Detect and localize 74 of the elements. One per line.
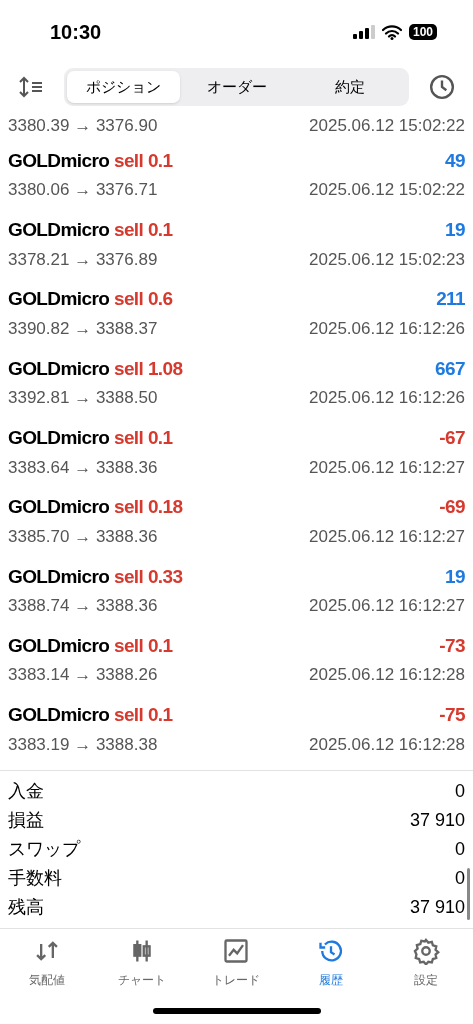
trade-title: GOLDmicro sell 0.1 — [8, 703, 173, 728]
price-range: 3383.14 → 3388.26 — [8, 664, 158, 687]
trade-time: 2025.06.12 16:12:28 — [309, 733, 465, 756]
price-range: 3392.81 → 3388.50 — [8, 387, 158, 410]
trade-profit: 211 — [436, 287, 465, 312]
nav-tab[interactable]: チャート — [94, 936, 190, 989]
trade-row[interactable]: GOLDmicro sell 0.1 -73 3383.14 → 3388.26 2025.06.12 16:12:28 — [0, 625, 473, 695]
price-range: 3380.39 → 3376.90 — [8, 115, 158, 138]
price-range: 3378.21 → 3376.89 — [8, 248, 158, 271]
sort-icon[interactable] — [18, 76, 44, 98]
trade-title: GOLDmicro sell 0.6 — [8, 287, 173, 312]
trade-title: GOLDmicro sell 0.1 — [8, 426, 173, 451]
trade-title: GOLDmicro sell 0.18 — [8, 495, 183, 520]
price-range: 3388.74 → 3388.36 — [8, 595, 158, 618]
trade-profit: 19 — [445, 564, 465, 589]
trade-title: GOLDmicro sell 0.1 — [8, 218, 173, 243]
segment-tab[interactable]: 約定 — [293, 71, 406, 103]
nav-tab[interactable]: 気配値 — [0, 936, 95, 989]
trade-profit: 667 — [435, 356, 465, 381]
summary-value: 0 — [455, 837, 465, 861]
trade-profit: -67 — [439, 426, 465, 451]
summary-value: 0 — [455, 866, 465, 890]
signal-icon — [352, 25, 375, 39]
price-range: 3380.06 → 3376.71 — [8, 179, 158, 202]
trade-title: GOLDmicro sell 0.1 — [8, 633, 173, 658]
trade-time: 2025.06.12 16:12:28 — [309, 664, 465, 687]
trade-title: GOLDmicro sell 1.08 — [8, 356, 183, 381]
summary-label: スワップ — [8, 837, 80, 861]
summary-label: 入金 — [8, 779, 44, 803]
price-range: 3385.70 → 3388.36 — [8, 525, 158, 548]
settings-icon — [411, 936, 440, 965]
trade-row[interactable]: GOLDmicro sell 0.1 19 3378.21 → 3376.89 2025.06.12 15:02:23 — [0, 209, 473, 279]
nav-tab[interactable]: トレード — [189, 936, 284, 989]
trade-row[interactable]: GOLDmicro sell 0.1 -67 3383.64 → 3388.36 2025.06.12 16:12:27 — [0, 417, 473, 487]
summary-label: 手数料 — [8, 866, 62, 890]
trade-title: GOLDmicro sell 0.1 — [8, 148, 173, 173]
status-time: 10:30 — [50, 20, 102, 45]
trade-profit: 49 — [445, 148, 465, 173]
trade-row[interactable]: GOLDmicro sell 0.1 49 3380.06 → 3376.71 2025.06.12 15:02:22 — [0, 140, 473, 210]
summary-label: 残高 — [8, 895, 44, 919]
price-range: 3390.82 → 3388.37 — [8, 318, 158, 340]
trade-time: 2025.06.12 16:12:27 — [309, 456, 465, 479]
nav-tab[interactable]: 履歴 — [283, 936, 379, 989]
nav-tab[interactable]: 設定 — [378, 936, 473, 989]
trade-row[interactable]: GOLDmicro sell 0.33 19 3388.74 → 3388.36 2025.06.12 16:12:27 — [0, 555, 473, 626]
clock-icon[interactable] — [429, 74, 455, 100]
price-range: 3383.19 → 3388.38 — [8, 733, 158, 756]
battery-indicator: 100 — [408, 24, 437, 40]
trade-time: 2025.06.12 15:02:23 — [309, 248, 465, 271]
summary-value: 37 910 — [409, 808, 465, 832]
trade-row[interactable]: GOLDmicro sell 0.1 -75 3383.19 → 3388.38 2025.06.12 16:12:28 — [0, 694, 473, 764]
trade-profit: -75 — [439, 703, 465, 728]
trade-row[interactable]: GOLDmicro sell 0.18 -69 3385.70 → 3388.36 2025.06.12 16:12:27 — [0, 486, 473, 556]
trade-time: 2025.06.12 16:12:26 — [309, 318, 465, 340]
summary-value: 0 — [455, 779, 465, 803]
wifi-icon — [381, 24, 402, 40]
trade-time: 2025.06.12 15:02:22 — [309, 179, 465, 202]
summary-value: 37 910 — [409, 895, 465, 919]
trade-profit: -73 — [439, 633, 465, 658]
trade-row[interactable]: GOLDmicro sell 0.6 211 3390.82 → 3388.37 2025.06.12 16:12:26 — [0, 278, 473, 348]
price-range: 3383.64 → 3388.36 — [8, 456, 158, 479]
trade-profit: -69 — [439, 495, 465, 520]
trade-profit: 19 — [445, 218, 465, 243]
chart-icon — [222, 936, 251, 965]
trade-time: 2025.06.12 16:12:27 — [309, 595, 465, 618]
trade-time: 2025.06.12 16:12:27 — [309, 525, 465, 548]
segment-tab[interactable]: ポジション — [67, 71, 180, 103]
trade-time: 2025.06.12 15:02:22 — [309, 115, 465, 138]
trade-title: GOLDmicro sell 0.33 — [8, 564, 183, 589]
trade-time: 2025.06.12 16:12:26 — [309, 387, 465, 410]
summary-label: 損益 — [8, 808, 44, 832]
segment-tab[interactable]: オーダー — [180, 71, 293, 103]
scroll-indicator — [467, 867, 470, 920]
trade-row[interactable]: GOLDmicro sell 1.08 667 3392.81 → 3388.50 2025.06.12 16:12:26 — [0, 347, 473, 418]
